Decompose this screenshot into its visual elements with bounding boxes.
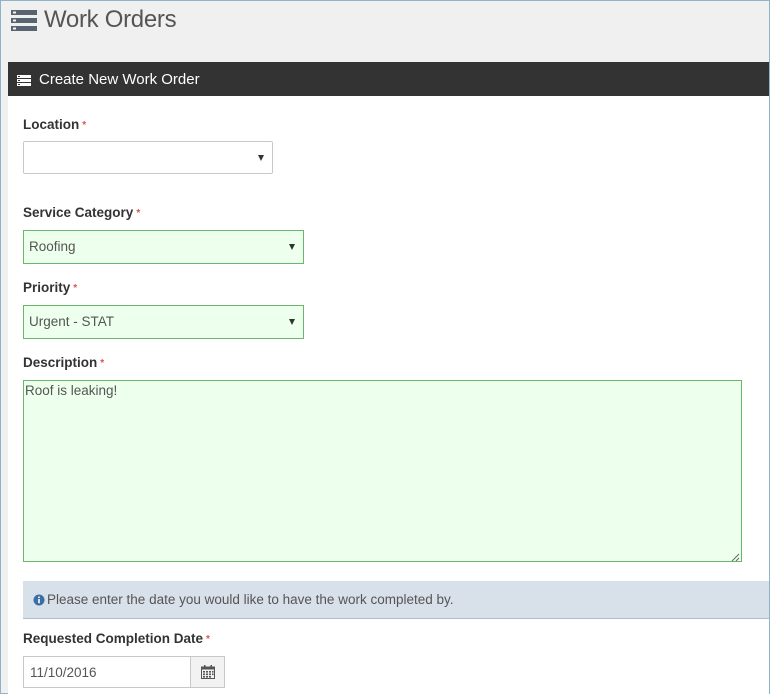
priority-select[interactable]: Urgent - STAT <box>23 305 304 339</box>
location-select[interactable] <box>23 141 273 174</box>
page-title: Work Orders <box>44 6 177 33</box>
required-marker: * <box>82 120 87 131</box>
info-alert: Please enter the date you would like to … <box>23 581 769 619</box>
calendar-icon <box>201 665 215 679</box>
resize-handle-icon[interactable] <box>730 550 740 562</box>
list-icon <box>17 73 31 86</box>
required-marker: * <box>100 358 105 369</box>
page-header: Work Orders <box>1 1 769 61</box>
required-marker: * <box>136 208 141 219</box>
panel-title: Create New Work Order <box>39 71 200 88</box>
completion-date-label: Requested Completion Date * <box>23 631 210 646</box>
location-label-text: Location <box>23 117 80 132</box>
panel-heading: Create New Work Order <box>8 62 769 96</box>
chevron-down-icon <box>258 155 264 161</box>
completion-date-input[interactable]: 11/10/2016 <box>23 656 191 688</box>
service-category-value: Roofing <box>29 239 76 254</box>
service-category-label: Service Category * <box>23 205 140 220</box>
service-category-label-text: Service Category <box>23 205 134 220</box>
description-label-text: Description <box>23 355 98 370</box>
info-circle-icon <box>33 594 45 606</box>
create-work-order-panel: Create New Work Order Location * Service … <box>8 62 769 694</box>
chevron-down-icon <box>289 244 295 250</box>
service-category-select[interactable]: Roofing <box>23 230 304 264</box>
description-value: Roof is leaking! <box>25 383 118 398</box>
info-message: Please enter the date you would like to … <box>47 592 454 607</box>
completion-date-label-text: Requested Completion Date <box>23 631 204 646</box>
priority-label: Priority * <box>23 280 77 295</box>
priority-label-text: Priority <box>23 280 71 295</box>
completion-date-value: 11/10/2016 <box>30 665 97 680</box>
calendar-button[interactable] <box>190 656 225 688</box>
list-icon <box>11 10 37 32</box>
priority-value: Urgent - STAT <box>29 314 115 329</box>
required-marker: * <box>206 634 210 645</box>
required-marker: * <box>73 283 78 294</box>
description-label: Description * <box>23 355 104 370</box>
description-textarea[interactable]: Roof is leaking! <box>23 380 742 562</box>
location-label: Location * <box>23 117 86 132</box>
chevron-down-icon <box>289 319 295 325</box>
